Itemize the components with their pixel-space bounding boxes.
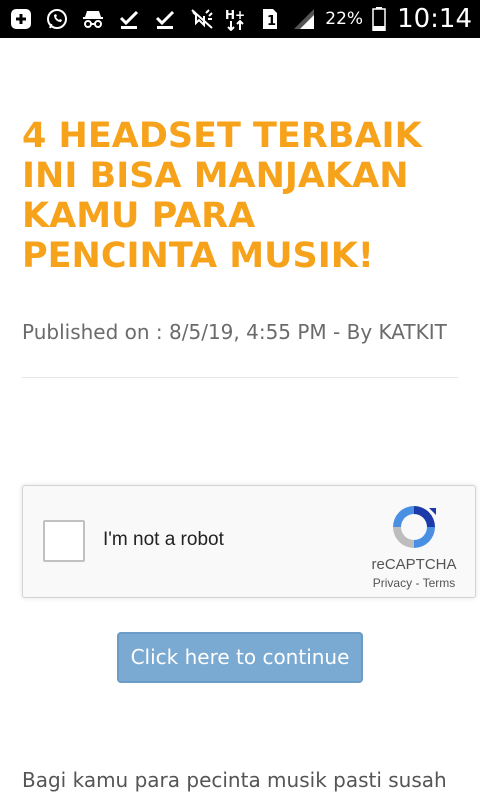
download-done-icon (116, 6, 142, 32)
battery-icon (371, 6, 387, 32)
data-hplus-icon: H+ (223, 6, 249, 32)
recaptcha-widget: I'm not a robot reCAPTCHA Privacy - Term… (22, 485, 476, 598)
recaptcha-privacy-link[interactable]: Privacy (373, 576, 412, 590)
recaptcha-label: I'm not a robot (103, 529, 224, 550)
article-title: 4 HEADSET TERBAIK INI BISA MANJAKAN KAMU… (22, 116, 422, 276)
status-bar-notifications (8, 6, 178, 32)
recaptcha-brand: reCAPTCHA (371, 556, 457, 573)
status-bar-system: H+ 1 22% 10:14 (189, 4, 472, 34)
recaptcha-links-separator: - (412, 576, 423, 590)
divider (22, 377, 458, 378)
sim-slot-number: 1 (267, 14, 276, 29)
status-bar: H+ 1 22% 10:14 (0, 0, 480, 38)
mute-icon (189, 6, 215, 32)
article-body: Bagi kamu para pecinta musik pasti susah (22, 768, 447, 792)
add-box-icon (8, 6, 34, 32)
incognito-icon (80, 6, 106, 32)
svg-text:H+: H+ (225, 8, 245, 22)
article-meta: Published on : 8/5/19, 4:55 PM - By KATK… (22, 320, 447, 344)
clock: 10:14 (397, 4, 472, 34)
continue-button[interactable]: Click here to continue (117, 632, 363, 683)
signal-icon (291, 6, 317, 32)
recaptcha-terms-link[interactable]: Terms (423, 576, 456, 590)
recaptcha-logo-icon (389, 502, 439, 552)
download-done-icon (152, 6, 178, 32)
recaptcha-checkbox[interactable] (43, 520, 85, 562)
battery-percent: 22% (325, 9, 364, 29)
sim-icon: 1 (257, 6, 283, 32)
whatsapp-icon (44, 6, 70, 32)
page-content: 4 HEADSET TERBAIK INI BISA MANJAKAN KAMU… (0, 38, 480, 800)
recaptcha-links: Privacy - Terms (363, 576, 465, 590)
